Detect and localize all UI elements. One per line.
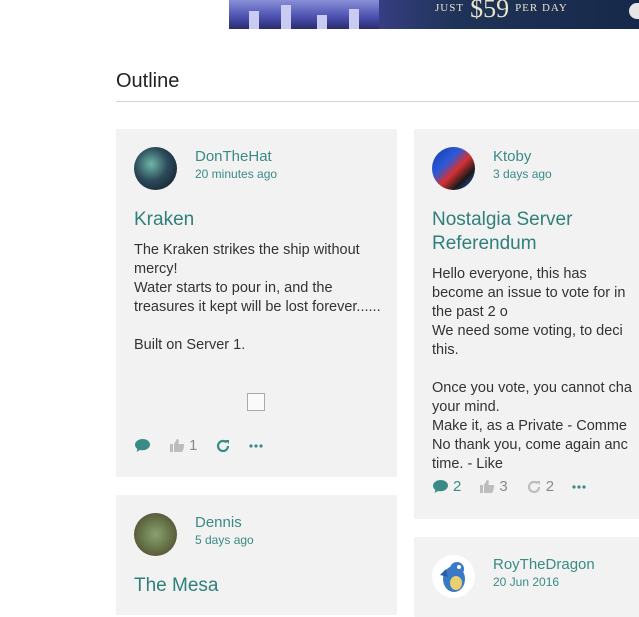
thumbs-up-icon <box>480 480 495 493</box>
banner-toggle[interactable] <box>629 3 639 19</box>
post-body-line: No thank you, come again anc time. - Lik… <box>432 437 628 472</box>
post-body-line: Built on Server 1. <box>134 337 246 353</box>
more-icon <box>572 484 586 489</box>
reshare-count: 2 <box>545 478 555 495</box>
post-body-line: Once you vote, you cannot cha your mind. <box>432 380 632 415</box>
avatar[interactable] <box>432 555 475 598</box>
banner-promo-suffix: PER DAY <box>515 2 568 14</box>
post-title[interactable]: The Mesa <box>134 574 384 598</box>
more-options-button[interactable] <box>572 484 586 490</box>
post-body-line <box>134 317 384 336</box>
post-card[interactable]: Dennis 5 days ago The Mesa <box>116 495 397 615</box>
avatar[interactable] <box>432 147 475 190</box>
comment-count: 2 <box>453 478 462 495</box>
post-body: Hello everyone, this has become an issue… <box>432 265 639 474</box>
like-button[interactable]: 3 <box>479 478 508 495</box>
post-author[interactable]: Ktoby <box>493 148 531 165</box>
banner-promo-text: JUST $59 PER DAY <box>435 0 568 24</box>
post-author[interactable]: RoyTheDragon <box>493 556 595 573</box>
post-actions: 2 3 2 <box>432 478 604 495</box>
post-timestamp[interactable]: 20 minutes ago <box>195 167 277 181</box>
advertisement-banner[interactable]: JUST $59 PER DAY <box>229 0 639 29</box>
like-button[interactable]: 1 <box>169 437 197 454</box>
comment-icon <box>135 439 150 452</box>
castle-tower <box>349 9 359 29</box>
broken-image-icon <box>247 393 265 411</box>
castle-tower <box>317 15 327 29</box>
post-body-line: Make it, as a Private - Comme <box>432 418 627 434</box>
comment-button[interactable]: 2 <box>432 478 461 495</box>
post-body-line: Hello everyone, this has become an issue… <box>432 266 626 320</box>
reshare-button[interactable] <box>215 438 231 454</box>
banner-promo-price: $59 <box>470 0 510 23</box>
post-body-line: Water starts to pour in, and the treasur… <box>134 280 381 315</box>
post-card[interactable]: DonTheHat 20 minutes ago Kraken The Krak… <box>116 129 397 477</box>
post-title[interactable]: Kraken <box>134 208 384 232</box>
like-count: 1 <box>189 437 198 454</box>
post-timestamp[interactable]: 20 Jun 2016 <box>493 575 559 589</box>
post-card[interactable]: Ktoby 3 days ago Nostalgia Server Refere… <box>414 129 639 519</box>
section-title: Outline <box>116 70 180 92</box>
reshare-button[interactable]: 2 <box>526 478 554 495</box>
post-body-line: The Kraken strikes the ship without merc… <box>134 242 360 277</box>
refresh-icon <box>527 480 540 493</box>
more-options-button[interactable] <box>249 443 263 449</box>
like-count: 3 <box>499 478 508 495</box>
more-icon <box>249 443 263 448</box>
post-timestamp[interactable]: 5 days ago <box>195 533 254 547</box>
refresh-icon <box>217 439 230 452</box>
post-timestamp[interactable]: 3 days ago <box>493 167 552 181</box>
section-divider <box>116 101 639 102</box>
avatar[interactable] <box>134 147 177 190</box>
post-title[interactable]: Nostalgia Server Referendum <box>432 208 632 256</box>
dragon-avatar-icon <box>440 562 465 592</box>
avatar[interactable] <box>134 513 177 556</box>
comment-icon <box>433 480 448 493</box>
banner-promo-prefix: JUST <box>435 2 465 14</box>
post-body: The Kraken strikes the ship without merc… <box>134 241 384 355</box>
post-card[interactable]: RoyTheDragon 20 Jun 2016 <box>414 537 639 617</box>
post-body-line <box>432 360 639 379</box>
castle-image <box>229 0 379 29</box>
post-body-line: We need some voting, to deci this. <box>432 323 623 358</box>
post-author[interactable]: DonTheHat <box>195 148 272 165</box>
castle-tower <box>281 5 291 29</box>
comment-button[interactable] <box>134 438 151 453</box>
post-author[interactable]: Dennis <box>195 514 242 531</box>
thumbs-up-icon <box>170 439 185 452</box>
post-actions: 1 <box>134 437 281 454</box>
castle-tower <box>249 11 259 29</box>
